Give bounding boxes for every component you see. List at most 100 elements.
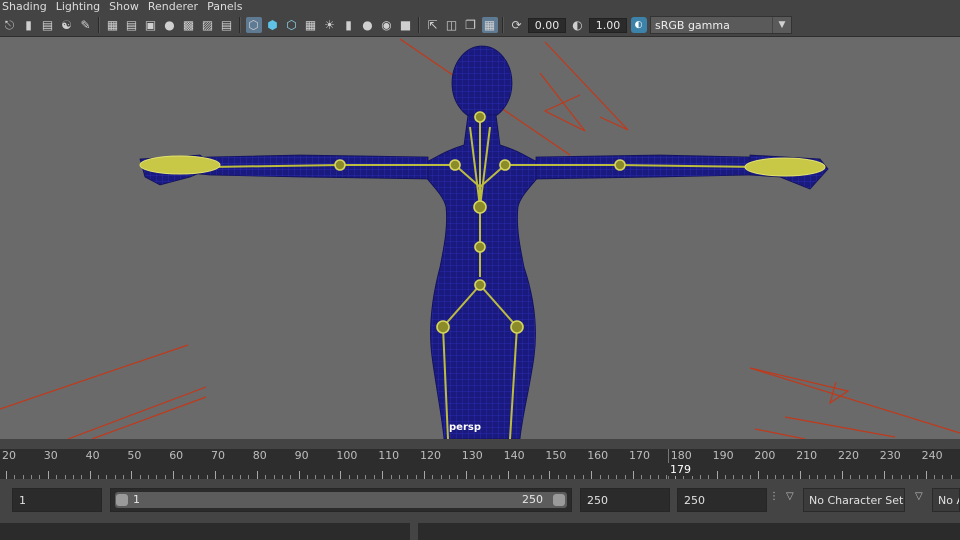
timeline-minor-tick <box>290 475 292 479</box>
timeline-minor-tick <box>248 475 250 479</box>
timeline-minor-tick <box>708 475 710 479</box>
backface-icon[interactable]: ▦ <box>481 17 498 33</box>
animation-start-value: 1 <box>19 493 26 507</box>
gamma-icon[interactable]: ◐ <box>570 17 586 33</box>
anim-layer-icon[interactable]: ▽ <box>915 491 923 502</box>
smooth-shade-icon[interactable]: ⬢ <box>265 17 281 33</box>
joint <box>614 159 626 171</box>
isolate-select-icon[interactable]: ⇱ <box>425 17 441 33</box>
timeline-minor-tick <box>917 475 919 479</box>
toolbar-divider <box>98 17 100 33</box>
timeline-minor-tick <box>490 475 492 479</box>
use-lights-icon[interactable]: ☀ <box>322 17 338 33</box>
shadows-icon[interactable]: ▮ <box>341 17 357 33</box>
safe-title-icon[interactable]: ▤ <box>219 17 235 33</box>
timeline-frame-label: 240 <box>921 449 943 462</box>
timeline-minor-tick <box>390 475 392 479</box>
range-slider-bar-fill[interactable]: 1 250 <box>115 492 567 508</box>
resolution-gate-icon[interactable]: ▣ <box>143 17 159 33</box>
exposure-field[interactable]: 0.00 <box>528 17 566 33</box>
image-plane-icon[interactable]: ▤ <box>40 17 56 33</box>
wireframe-icon[interactable]: ⬡ <box>245 17 262 33</box>
timeline-minor-tick <box>599 475 601 479</box>
animation-end-field[interactable]: 250 <box>677 488 767 512</box>
range-slider[interactable]: 1 250 <box>110 488 572 512</box>
timeline-minor-tick <box>240 475 242 479</box>
timeline-minor-tick <box>139 475 141 479</box>
color-space-dropdown[interactable]: sRGB gamma ▼ <box>650 16 792 34</box>
timeline-minor-tick <box>323 475 325 479</box>
viewport-scene <box>0 38 960 439</box>
menu-shading[interactable]: Shading <box>0 0 54 14</box>
character-set-label: No Character Set <box>809 493 904 507</box>
timeline-minor-tick <box>900 475 902 479</box>
motion-blur-icon[interactable]: ◉ <box>379 17 395 33</box>
timeline-frame-label: 20 <box>2 449 16 462</box>
timeline-frame-label: 190 <box>712 449 734 462</box>
textured-icon[interactable]: ▦ <box>303 17 319 33</box>
exposure-icon[interactable]: ⟳ <box>509 17 525 33</box>
safe-action-icon[interactable]: ▨ <box>200 17 216 33</box>
character-mesh <box>139 45 829 439</box>
timeline-frame-label: 230 <box>879 449 901 462</box>
light-gizmo-line <box>784 416 896 438</box>
time-slider[interactable]: 20 30 40 50 60 70 80 90 100 110 120 130 140 150 160 170… <box>0 441 960 479</box>
color-management-icon[interactable]: ◐ <box>630 17 647 33</box>
light-gizmo-line <box>754 428 806 439</box>
timeline-frame-label: 70 <box>211 449 225 462</box>
light-gizmo-line <box>91 396 207 439</box>
timeline-minor-tick <box>524 475 526 479</box>
xray-joints-icon[interactable]: ❐ <box>463 17 479 33</box>
timeline-minor-tick <box>515 475 517 479</box>
light-gizmo-line <box>67 386 207 439</box>
timeline-frame-label: 130 <box>461 449 483 462</box>
antialias-icon[interactable]: ■ <box>398 17 414 33</box>
timeline-minor-tick <box>833 475 835 479</box>
ambient-occlusion-icon[interactable]: ● <box>360 17 376 33</box>
timeline-frame-label: 40 <box>85 449 100 462</box>
camera-select-icon[interactable]: ⎋ <box>2 17 18 33</box>
timeline-minor-tick <box>31 475 33 479</box>
wireframe-on-shaded-icon[interactable]: ⬡ <box>284 17 300 33</box>
timeline-frame-label: 200 <box>754 449 776 462</box>
range-start-handle[interactable] <box>116 494 128 506</box>
timeline-minor-tick <box>482 475 484 479</box>
range-end-handle[interactable] <box>553 494 565 506</box>
timeline-minor-tick <box>223 475 225 479</box>
timeline-major-tick <box>215 471 216 479</box>
perspective-viewport[interactable]: persp <box>0 37 960 439</box>
character-set-dropdown[interactable]: No Character Set <box>803 488 905 512</box>
command-line-input[interactable] <box>0 523 410 540</box>
timeline-frame-label: 50 <box>127 449 142 462</box>
menu-renderer[interactable]: Renderer <box>146 0 205 14</box>
grid-icon[interactable]: ▦ <box>105 17 121 33</box>
timeline-major-tick <box>173 471 175 479</box>
light-gizmo-line <box>749 367 850 405</box>
timeline-minor-tick <box>724 475 726 479</box>
joint <box>474 241 486 253</box>
gamma-field[interactable]: 1.00 <box>589 17 627 33</box>
playback-end-field[interactable]: 250 <box>580 488 670 512</box>
field-chart-icon[interactable]: ▩ <box>181 17 197 33</box>
xray-icon[interactable]: ◫ <box>444 17 460 33</box>
animation-start-field[interactable]: 1 <box>12 488 102 512</box>
character-set-icon[interactable]: ▽ <box>786 491 794 502</box>
bookmark-icon[interactable]: ▮ <box>21 17 37 33</box>
timeline-frame-label: 100 <box>336 449 358 462</box>
toolbar-divider <box>502 17 504 33</box>
toolbar-divider <box>239 17 241 33</box>
timeline-major-tick <box>716 471 718 479</box>
grease-pencil-icon[interactable]: ✎ <box>78 17 94 33</box>
camera-attr-icon[interactable]: ☯ <box>59 17 75 33</box>
timeline-frame-label: 60 <box>169 449 184 462</box>
panel-menu-bar: Shading Lighting Show Renderer Panels <box>0 0 960 14</box>
menu-show[interactable]: Show <box>107 0 146 14</box>
film-gate-icon[interactable]: ▤ <box>124 17 140 33</box>
menu-lighting[interactable]: Lighting <box>54 0 107 14</box>
anim-layer-dropdown[interactable]: No A <box>932 488 960 512</box>
timeline-major-tick <box>633 471 634 479</box>
timeline-minor-tick <box>123 475 125 479</box>
gate-mask-icon[interactable]: ● <box>162 17 178 33</box>
menu-panels[interactable]: Panels <box>205 0 249 14</box>
timeline-minor-tick <box>106 475 108 479</box>
